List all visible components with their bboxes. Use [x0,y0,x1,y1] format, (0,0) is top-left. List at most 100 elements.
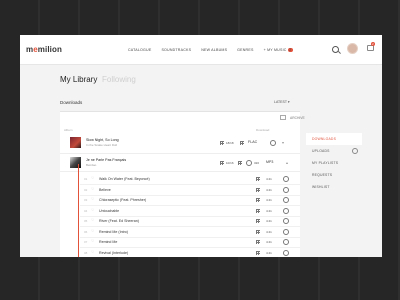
tracks-icon [220,161,224,165]
track-row[interactable]: 04 ♡ Untouchable 4:41 [80,206,300,217]
tracks-icon [256,229,260,234]
album-cover [70,157,81,168]
tracks-icon [256,187,260,192]
tracks-icon [256,177,260,181]
track-number: 04 [84,208,88,213]
column-download: Download [256,128,270,132]
heart-icon[interactable]: ♡ [91,187,94,191]
track-number: 07 [84,240,88,244]
track-duration: 4:41 [266,187,272,192]
track-count: 10/16 [226,161,234,165]
search-icon[interactable] [332,46,339,53]
download-icon[interactable] [283,249,289,256]
page-title[interactable]: My Library [60,75,97,84]
archive-button[interactable]: ARCHIVE [290,116,305,120]
track-duration: 4:41 [266,198,272,202]
avatar[interactable] [347,43,358,54]
track-name: Remind Me (Intro) [99,229,128,234]
format-select[interactable]: MP3 [266,160,273,164]
album-row[interactable]: Slow Night, So Long In the Snake Heart D… [60,134,300,154]
chevron-up-icon[interactable]: ▴ [286,160,288,165]
track-name: River (Feat. Ed Sheeran) [99,219,139,223]
track-name: Walk On Water (Feat. Beyoncé) [99,177,150,181]
track-duration: 4:41 [266,177,272,181]
album-cover [70,137,81,148]
track-count: 18/18 [226,141,234,145]
tracks-icon [238,161,242,165]
album-artist: Beirdao [86,163,97,167]
library-sidebar: DOWNLOADS UPLOADS MY PLAYLISTS REQUESTS … [306,133,362,193]
sidebar-item-requests[interactable]: REQUESTS [306,169,362,181]
album-row[interactable]: Je ne Parle Pas Français Beirdao 10/16 3… [60,154,300,172]
track-number: 02 [84,187,88,192]
chevron-down-icon[interactable]: ▾ [282,140,284,145]
heart-icon[interactable]: ♡ [91,218,94,222]
download-icon[interactable] [283,228,289,235]
top-bar: memilion CATALOGUE SOUNDTRACKS NEW ALBUM… [20,35,382,65]
tracks-icon [256,198,260,202]
track-number: 01 [84,177,88,181]
track-number: 06 [84,229,88,234]
album-title: Slow Night, So Long [86,138,119,142]
heart-icon[interactable]: ♡ [91,176,94,180]
column-album: Album [64,128,73,132]
download-icon[interactable] [283,239,289,245]
download-icon[interactable] [270,140,276,146]
track-row[interactable]: 02 ♡ Believe 4:41 [80,185,300,196]
track-row[interactable]: 03 ♡ Chloraseptic (Feat. Phresher) 4:41 [80,195,300,206]
cart-badge: 2 [371,42,375,46]
sidebar-item-wishlist[interactable]: WISHLIST [306,181,362,193]
format-select[interactable]: FLAC [248,140,257,144]
track-duration: 4:41 [266,229,272,234]
heart-icon[interactable]: ♡ [91,208,94,212]
track-row[interactable]: 01 ♡ Walk On Water (Feat. Beyoncé) 4:41 [80,174,300,185]
download-icon[interactable] [283,186,289,193]
notification-badge: 2 [287,48,293,52]
track-name: Revival (Interlude) [99,250,129,255]
tracks-icon [256,208,260,213]
tracks-icon [220,141,224,145]
download-icon[interactable] [283,176,289,182]
tab-following[interactable]: Following [102,75,136,84]
track-row[interactable]: 05 ♡ River (Feat. Ed Sheeran) 4:41 [80,216,300,227]
nav-catalogue[interactable]: CATALOGUE [128,48,151,52]
heart-icon[interactable]: ♡ [91,250,94,254]
heart-icon[interactable]: ♡ [91,229,94,233]
app-window: memilion CATALOGUE SOUNDTRACKS NEW ALBUM… [20,35,382,257]
sort-dropdown[interactable]: LATEST ▾ [274,100,290,104]
tracks-icon [256,219,260,223]
nav-soundtracks[interactable]: SOUNDTRACKS [161,48,191,52]
download-icon[interactable] [283,197,289,203]
heart-icon[interactable]: ♡ [91,239,94,243]
track-name: Believe [99,187,111,192]
track-number: 08 [84,250,88,255]
track-row[interactable]: 08 ♡ Revival (Interlude) 4:41 [80,248,300,258]
logo[interactable]: memilion [26,45,62,54]
album-artist: In the Snake Heart Doll [86,143,118,147]
section-title: Downloads [60,100,83,105]
main-nav: CATALOGUE SOUNDTRACKS NEW ALBUMS GENRES … [128,48,293,52]
track-row[interactable]: 07 ♡ Remind Me 4:41 [80,237,300,248]
heart-icon[interactable]: ♡ [91,197,94,201]
download-icon[interactable] [283,218,289,224]
track-row[interactable]: 06 ♡ Remind Me (Intro) 4:41 [80,227,300,238]
bitrate: 320 [254,161,260,165]
nav-my-music[interactable]: + MY MUSIC 2 [264,48,293,52]
track-name: Remind Me [99,240,118,244]
sidebar-item-downloads[interactable]: DOWNLOADS [306,133,362,145]
track-name: Chloraseptic (Feat. Phresher) [99,198,147,202]
download-icon[interactable] [283,207,289,214]
sidebar-item-playlists[interactable]: MY PLAYLISTS [306,157,362,169]
nav-genres[interactable]: GENRES [237,48,253,52]
upload-icon [352,148,358,154]
track-duration: 4:41 [266,208,272,213]
tracks-icon [256,240,260,244]
nav-new-albums[interactable]: NEW ALBUMS [201,48,227,52]
archive-icon[interactable] [280,115,286,120]
sidebar-item-uploads[interactable]: UPLOADS [306,145,362,157]
track-duration: 4:41 [266,240,272,244]
downloads-panel: ARCHIVE Album Download Slow Night, So Lo… [60,111,305,258]
download-icon[interactable] [246,160,252,166]
track-duration: 4:41 [266,219,272,223]
track-duration: 4:41 [266,250,272,255]
